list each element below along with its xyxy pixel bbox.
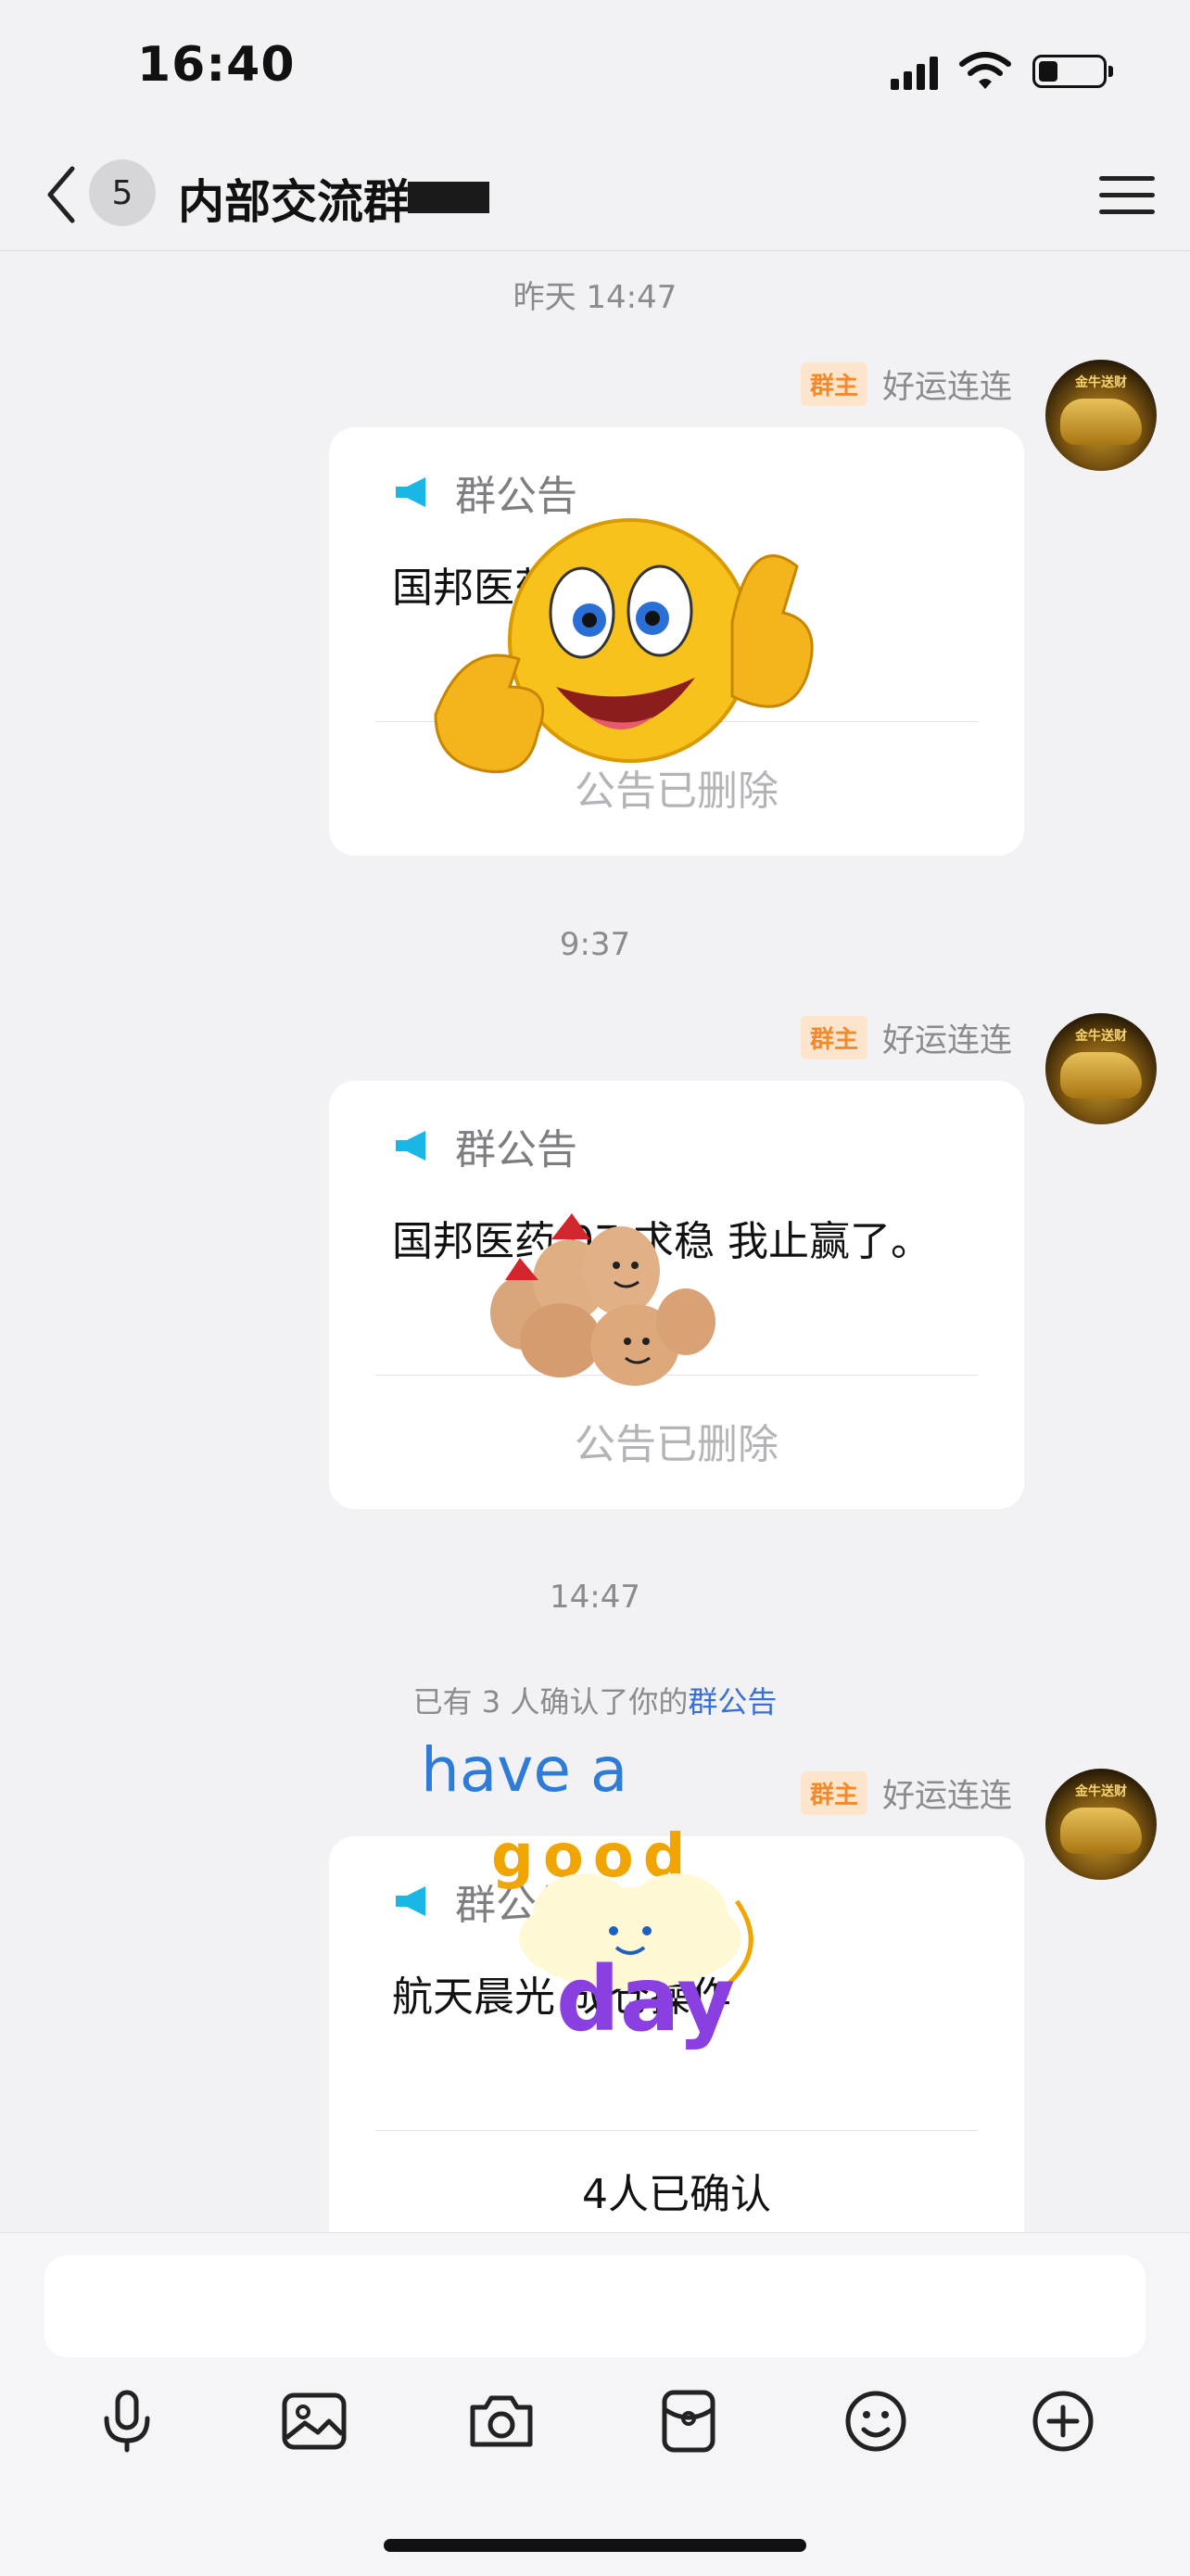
camera-icon: [470, 2395, 533, 2447]
emoji-icon: [845, 2391, 906, 2452]
owner-badge: 群主: [800, 1771, 867, 1815]
menu-button[interactable]: [1099, 167, 1155, 222]
status-icons: [891, 48, 1113, 95]
red-packet-icon: [662, 2390, 715, 2453]
sender-name[interactable]: 好运连连: [882, 361, 1012, 408]
voice-button[interactable]: [85, 2379, 169, 2463]
plus-icon: [1032, 2391, 1094, 2452]
confirmation-notice: 已有 3 人确认了你的群公告: [412, 1684, 778, 1719]
back-button[interactable]: [37, 161, 83, 228]
golden-bull-icon: [1060, 1052, 1142, 1098]
camera-button[interactable]: [460, 2379, 543, 2463]
battery-icon: [1032, 55, 1113, 88]
sender-row: 群主 好运连连: [800, 361, 1012, 408]
avatar[interactable]: 金牛送财: [1045, 1769, 1157, 1880]
avatar[interactable]: 金牛送财: [1045, 360, 1157, 471]
megaphone-icon: [396, 1131, 425, 1161]
message-timestamp: 14:47: [550, 1579, 640, 1616]
sender-name[interactable]: 好运连连: [882, 1014, 1012, 1061]
input-toolbar: [0, 2379, 1190, 2463]
sender-row: 群主 好运连连: [800, 1770, 1012, 1817]
cellular-signal-icon: [891, 53, 938, 90]
more-button[interactable]: [1021, 2379, 1105, 2463]
card-title: 群公告: [455, 1126, 577, 1174]
unread-count-badge[interactable]: 5: [89, 159, 156, 226]
announcement-status: 公告已删除: [575, 1421, 779, 1468]
chevron-left-icon: [47, 166, 75, 223]
home-indicator: [384, 2539, 806, 2552]
megaphone-icon: [396, 477, 425, 507]
divider: [375, 2130, 978, 2131]
sender-name[interactable]: 好运连连: [882, 1770, 1012, 1817]
chat-header: 5 内部交流群: [0, 139, 1190, 251]
owner-badge: 群主: [800, 1016, 867, 1060]
announcement-link[interactable]: 群公告: [688, 1684, 777, 1719]
sender-row: 群主 好运连连: [800, 1014, 1012, 1061]
wifi-icon: [959, 52, 1011, 89]
chat-message-list[interactable]: 昨天 14:47 群主 好运连连 金牛送财 群公告 国邦医药 成仓操作 公告已删…: [0, 251, 1190, 2232]
redacted-title-part: [408, 182, 489, 213]
confirmed-count[interactable]: 4人已确认: [329, 2161, 1024, 2220]
avatar[interactable]: 金牛送财: [1045, 1013, 1157, 1124]
emoji-button[interactable]: [834, 2379, 918, 2463]
message-input[interactable]: [44, 2255, 1146, 2357]
image-button[interactable]: [272, 2379, 356, 2463]
owner-badge: 群主: [800, 362, 867, 406]
eggs-sticker: [490, 1213, 715, 1386]
have-a-good-day-sticker: have a good day: [417, 1734, 806, 2068]
battery-level: [1039, 61, 1057, 82]
microphone-icon: [104, 2390, 150, 2453]
message-composer: [0, 2232, 1190, 2576]
message-timestamp: 昨天 14:47: [513, 279, 677, 316]
status-bar: 16:40: [0, 0, 1190, 139]
message-timestamp: 9:37: [559, 926, 631, 963]
status-time: 16:40: [137, 37, 296, 93]
red-packet-button[interactable]: [647, 2379, 730, 2463]
golden-bull-icon: [1060, 399, 1142, 445]
thumbs-up-smiley-sticker: [434, 518, 814, 774]
image-icon: [282, 2392, 347, 2450]
group-title[interactable]: 内部交流群: [178, 165, 410, 232]
golden-bull-icon: [1060, 1808, 1142, 1854]
